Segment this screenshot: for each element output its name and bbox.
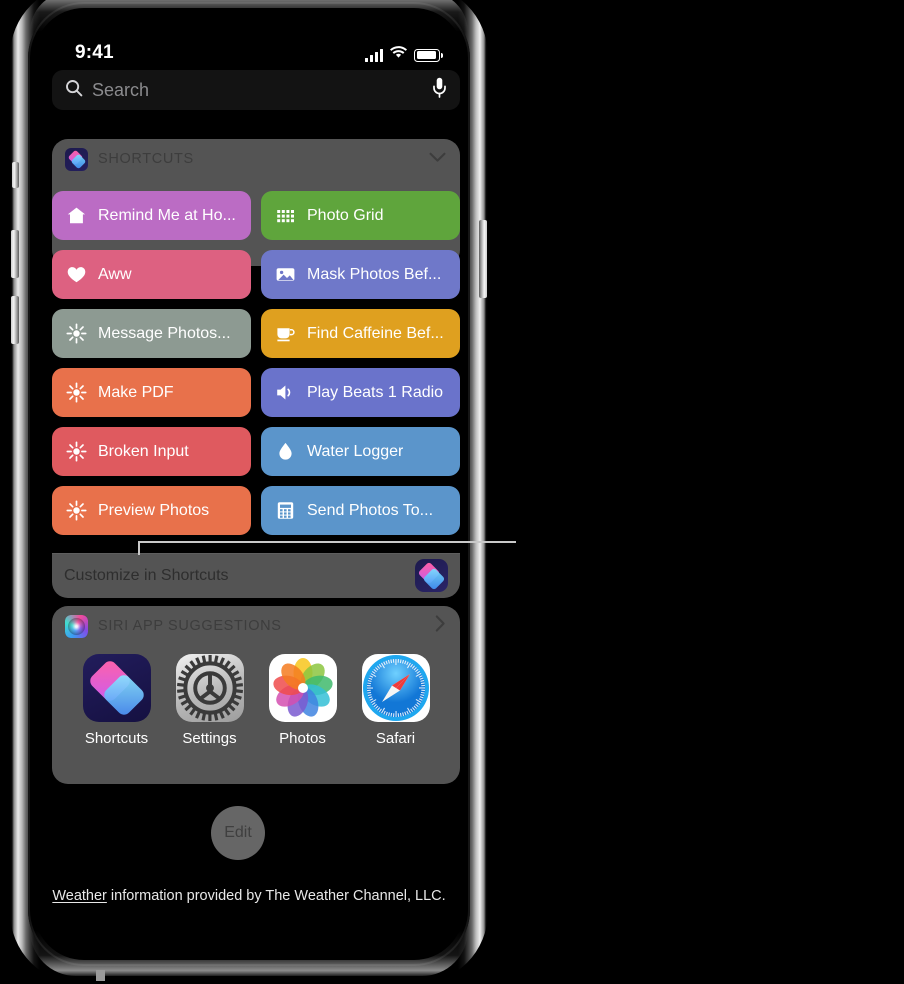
shortcuts-tile-grid: Remind Me at Ho... Photo Grid Aww Mask Phot… xyxy=(52,191,460,535)
siri-suggested-app[interactable]: Photos xyxy=(264,654,342,747)
shortcut-tile[interactable]: Broken Input xyxy=(52,427,251,476)
shortcut-tile[interactable]: Water Logger xyxy=(261,427,460,476)
weather-attribution-text: information provided by The Weather Chan… xyxy=(106,888,446,904)
siri-app-suggestions-widget: SIRI APP SUGGESTIONS Shortcuts Settings P… xyxy=(52,606,460,784)
chevron-right-icon[interactable] xyxy=(435,615,446,637)
annotation-callout-line xyxy=(138,541,516,552)
chevron-down-icon[interactable] xyxy=(429,150,446,168)
status-bar-indicators xyxy=(365,46,443,64)
sparkle-icon xyxy=(66,441,87,462)
siri-widget-title: SIRI APP SUGGESTIONS xyxy=(98,618,282,634)
wifi-icon xyxy=(390,46,407,64)
power-button[interactable] xyxy=(479,220,487,298)
iphone-device-frame: 9:41 Search SHORTCUTS Remind Me at Ho...… xyxy=(10,0,488,984)
device-screen: 9:41 Search SHORTCUTS Remind Me at Ho...… xyxy=(34,8,464,960)
status-bar: 9:41 xyxy=(34,42,464,68)
shortcut-tile-label: Mask Photos Bef... xyxy=(307,265,442,283)
status-bar-clock: 9:41 xyxy=(75,42,114,63)
siri-suggested-app-label: Shortcuts xyxy=(84,730,149,747)
water-drop-icon xyxy=(275,441,296,462)
siri-suggested-app-label: Settings xyxy=(182,730,237,747)
speaker-icon xyxy=(275,382,296,403)
dot-grid-icon xyxy=(275,205,296,226)
safari-app-icon[interactable] xyxy=(361,654,430,722)
shortcut-tile-label: Play Beats 1 Radio xyxy=(307,383,444,401)
shortcut-tile[interactable]: Aww xyxy=(52,250,251,299)
siri-suggested-app[interactable]: Safari xyxy=(357,654,435,747)
photo-icon xyxy=(275,264,296,285)
shortcut-tile-label: Aww xyxy=(98,265,132,283)
coffee-cup-icon xyxy=(275,323,296,344)
siri-icon xyxy=(65,614,88,638)
edit-button[interactable]: Edit xyxy=(211,806,265,860)
battery-icon xyxy=(414,48,443,62)
customize-label: Customize in Shortcuts xyxy=(64,566,229,584)
shortcut-tile[interactable]: Send Photos To... xyxy=(261,486,460,535)
shortcuts-widget-header[interactable]: SHORTCUTS xyxy=(52,139,460,179)
search-field[interactable]: Search xyxy=(52,70,460,110)
heart-icon xyxy=(66,264,87,285)
siri-suggested-app[interactable]: Shortcuts xyxy=(78,654,156,747)
shortcut-tile-label: Broken Input xyxy=(98,442,189,460)
search-icon xyxy=(65,79,83,102)
shortcut-tile-label: Find Caffeine Bef... xyxy=(307,324,444,342)
shortcuts-app-icon[interactable] xyxy=(415,559,448,592)
shortcut-tile[interactable]: Mask Photos Bef... xyxy=(261,250,460,299)
shortcut-tile-label: Send Photos To... xyxy=(307,501,434,519)
shortcut-tile[interactable]: Message Photos... xyxy=(52,309,251,358)
shortcuts-widget-title: SHORTCUTS xyxy=(98,151,194,167)
shortcut-tile[interactable]: Remind Me at Ho... xyxy=(52,191,251,240)
siri-suggested-apps-row: Shortcuts Settings Photos Safari xyxy=(52,654,460,747)
siri-suggested-app-label: Safari xyxy=(375,730,416,747)
shortcut-tile[interactable]: Find Caffeine Bef... xyxy=(261,309,460,358)
shortcut-tile[interactable]: Play Beats 1 Radio xyxy=(261,368,460,417)
siri-suggested-app[interactable]: Settings xyxy=(171,654,249,747)
shortcut-tile-label: Preview Photos xyxy=(98,501,210,519)
search-input-placeholder[interactable]: Search xyxy=(92,80,432,101)
volume-down-button[interactable] xyxy=(11,296,19,344)
weather-link[interactable]: Weather xyxy=(52,888,107,904)
signal-bars-icon xyxy=(365,48,383,62)
volume-up-button[interactable] xyxy=(11,230,19,278)
customize-in-shortcuts-row[interactable]: Customize in Shortcuts xyxy=(52,553,460,598)
screenshot-root: 9:41 Search SHORTCUTS Remind Me at Ho...… xyxy=(0,0,904,984)
shortcut-tile[interactable]: Photo Grid xyxy=(261,191,460,240)
siri-widget-header[interactable]: SIRI APP SUGGESTIONS xyxy=(52,606,460,646)
shortcuts-app-icon xyxy=(65,147,88,171)
house-icon xyxy=(66,205,87,226)
weather-attribution-footer: Weather information provided by The Weat… xyxy=(34,888,464,904)
shortcut-tile-label: Make PDF xyxy=(98,383,174,401)
calculator-icon xyxy=(275,500,296,521)
silent-switch-button[interactable] xyxy=(12,162,19,188)
shortcut-tile-label: Photo Grid xyxy=(307,206,384,224)
shortcut-tile-label: Remind Me at Ho... xyxy=(98,206,236,224)
shortcuts-app-icon[interactable] xyxy=(82,654,151,722)
sparkle-icon xyxy=(66,323,87,344)
frame-bottom-marker xyxy=(96,970,105,981)
siri-suggested-app-label: Photos xyxy=(279,730,326,747)
shortcut-tile[interactable]: Make PDF xyxy=(52,368,251,417)
microphone-icon[interactable] xyxy=(432,77,447,103)
edit-button-label: Edit xyxy=(224,824,252,841)
shortcut-tile-label: Water Logger xyxy=(307,442,404,460)
shortcut-tile-label: Message Photos... xyxy=(98,324,231,342)
shortcut-tile[interactable]: Preview Photos xyxy=(52,486,251,535)
settings-app-icon[interactable] xyxy=(175,654,244,722)
photos-app-icon[interactable] xyxy=(268,654,337,722)
sparkle-icon xyxy=(66,500,87,521)
sparkle-icon xyxy=(66,382,87,403)
